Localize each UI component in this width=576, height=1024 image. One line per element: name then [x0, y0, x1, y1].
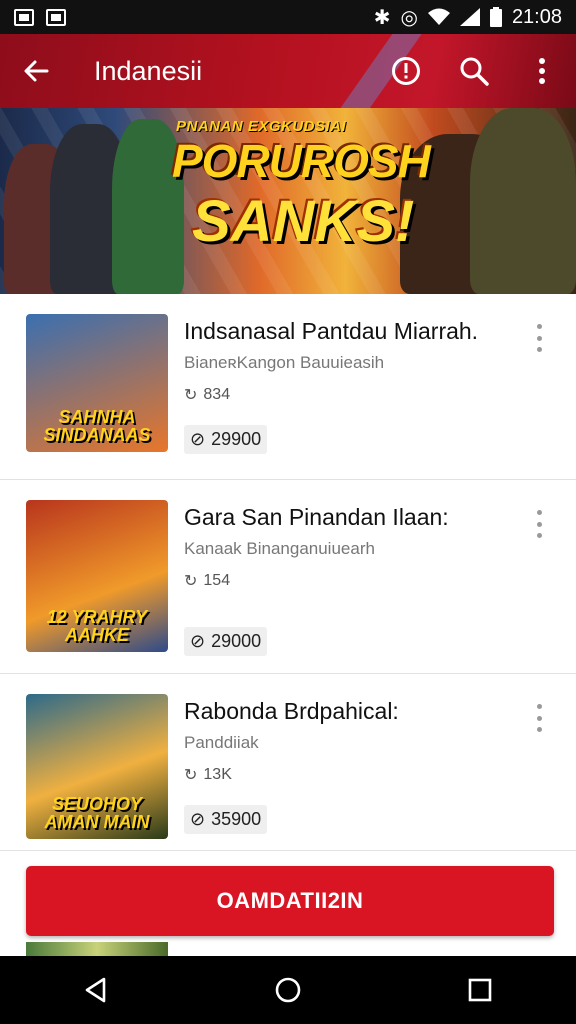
thumbnail-title: 12 YRAHRY AAHKE: [46, 607, 148, 645]
price-badge: ⊘ 29900: [184, 425, 268, 454]
app-screen: ✱ ◎ 21:08 Indanesii PNANAN EXGKUDSIAI PO…: [0, 0, 576, 1024]
item-title: Rabonda Brdpahical:: [184, 698, 399, 724]
bluetooth-icon: ✱: [373, 6, 391, 29]
next-item-thumbnail-peek: [26, 942, 168, 956]
game-thumbnail: 12 YRAHRY AAHKE: [26, 500, 168, 652]
image-icon: [14, 8, 34, 26]
more-vert-icon: [539, 58, 545, 84]
primary-action-button[interactable]: OAMDATII2IN: [26, 866, 554, 936]
item-meta: ↻ 154: [184, 571, 576, 591]
status-bar: ✱ ◎ 21:08: [0, 0, 576, 34]
item-price: 35900: [211, 809, 262, 829]
item-count: 154: [203, 572, 231, 589]
divider: [0, 850, 576, 851]
banner-character: [470, 108, 576, 294]
notification-icon: [46, 8, 66, 26]
game-thumbnail: SAHNHA SINDANAAS: [26, 314, 168, 452]
item-subtitle: Panddiiak: [184, 733, 259, 752]
nav-home-button[interactable]: [258, 960, 318, 1020]
item-info: Indsanasal Pantdau Miarrah. BianeʀKangon…: [184, 314, 576, 479]
list-item[interactable]: 12 YRAHRY AAHKE Gara San Pinandan Ilaan:…: [0, 479, 576, 673]
system-navigation-bar: [0, 956, 576, 1024]
item-more-button[interactable]: [532, 324, 546, 352]
battery-icon: [489, 7, 502, 27]
item-title: Gara San Pinandan Ilaan:: [184, 504, 449, 530]
alarm-icon: ◎: [400, 6, 418, 29]
item-meta: ↻ 834: [184, 385, 576, 405]
app-bar: Indanesii: [0, 34, 576, 108]
wifi-icon: [427, 8, 450, 25]
coin-icon: ⊘: [190, 631, 206, 651]
item-subtitle: Kanaak Binanganuiuearh: [184, 539, 375, 558]
item-price: 29900: [211, 429, 262, 449]
banner-tagline: PNANAN EXGKUDSIAI: [176, 118, 347, 135]
item-more-button[interactable]: [532, 510, 546, 538]
more-options-button[interactable]: [508, 34, 576, 108]
download-icon: ↻: [184, 573, 198, 590]
item-info: Rabonda Brdpahical: Panddiiak ↻ 13K ⊘ 35…: [184, 694, 576, 858]
item-subtitle: BianeʀKangon Bauuieasih: [184, 353, 385, 372]
signal-icon: [459, 8, 480, 26]
info-icon: [392, 57, 420, 85]
info-button[interactable]: [372, 34, 440, 108]
banner-title: PORUROSH: [172, 135, 431, 187]
circle-home-icon: [275, 977, 301, 1003]
coin-icon: ⊘: [190, 429, 206, 449]
price-badge: ⊘ 35900: [184, 805, 268, 834]
thumbnail-title: SEUOHOY AMAN MAIN: [44, 794, 150, 832]
price-badge: ⊘ 29000: [184, 627, 268, 656]
status-time: 21:08: [511, 5, 562, 28]
item-price: 29000: [211, 631, 262, 651]
back-button[interactable]: [0, 34, 72, 108]
nav-recents-button[interactable]: [450, 960, 510, 1020]
item-title: Indsanasal Pantdau Miarrah.: [184, 318, 479, 344]
square-recents-icon: [468, 978, 492, 1002]
promo-banner[interactable]: PNANAN EXGKUDSIAI PORUROSH SANKS!: [0, 108, 576, 294]
nav-back-button[interactable]: [66, 960, 126, 1020]
item-info: Gara San Pinandan Ilaan: Kanaak Binangan…: [184, 500, 576, 673]
download-icon: ↻: [184, 387, 198, 404]
item-count: 834: [203, 386, 231, 403]
list-item[interactable]: SEUOHOY AMAN MAIN Rabonda Brdpahical: Pa…: [0, 673, 576, 858]
game-list: SAHNHA SINDANAAS Indsanasal Pantdau Miar…: [0, 294, 576, 858]
download-icon: ↻: [184, 767, 198, 784]
list-item[interactable]: SAHNHA SINDANAAS Indsanasal Pantdau Miar…: [0, 294, 576, 479]
search-icon: [460, 57, 489, 86]
item-more-button[interactable]: [532, 704, 546, 732]
page-title: Indanesii: [94, 55, 203, 86]
game-thumbnail: SEUOHOY AMAN MAIN: [26, 694, 168, 839]
item-meta: ↻ 13K: [184, 765, 576, 785]
back-arrow-icon: [24, 60, 49, 82]
coin-icon: ⊘: [190, 809, 206, 829]
item-count: 13K: [203, 766, 232, 783]
search-button[interactable]: [440, 34, 508, 108]
thumbnail-title: SAHNHA SINDANAAS: [43, 407, 151, 445]
banner-subtitle: SANKS!: [192, 189, 415, 254]
triangle-back-icon: [85, 977, 106, 1003]
